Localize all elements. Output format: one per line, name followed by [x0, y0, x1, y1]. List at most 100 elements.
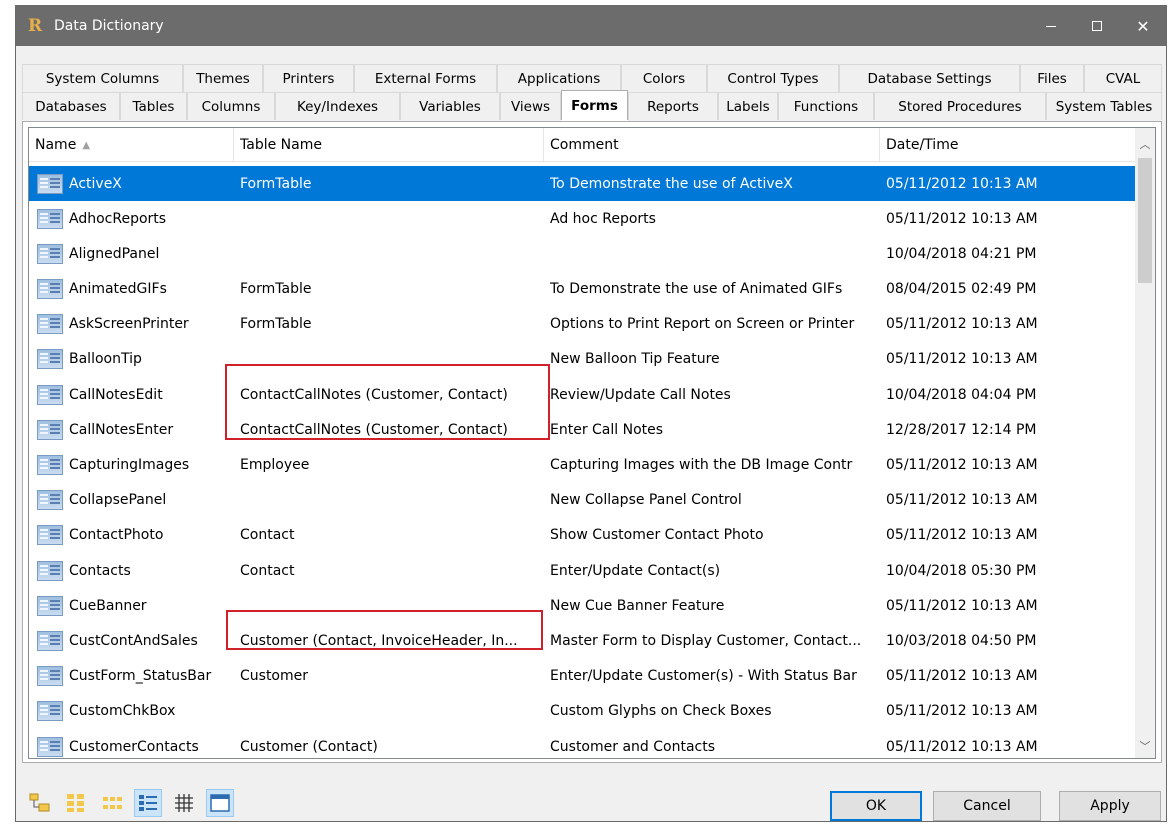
tab-themes[interactable]: Themes	[183, 64, 263, 92]
row-table-name: Customer	[240, 668, 309, 685]
row-name-cell: AlignedPanel	[37, 236, 237, 271]
forms-list[interactable]: Name ▲ Table Name Comment Date/Time Acti…	[28, 127, 1156, 759]
tab-files[interactable]: Files	[1020, 64, 1084, 92]
maximize-icon[interactable]	[1074, 6, 1120, 46]
row-name-cell: ContactPhoto	[37, 518, 237, 553]
table-row[interactable]: AdhocReports Ad hoc Reports 05/11/2012 10:…	[29, 201, 1136, 236]
form-icon	[37, 349, 63, 370]
tab-reports[interactable]: Reports	[628, 92, 718, 120]
table-row[interactable]: ContactPhoto Contact Show Customer Contact…	[29, 518, 1136, 553]
details-view-icon[interactable]	[134, 789, 162, 817]
column-header-date-time[interactable]: Date/Time	[880, 128, 1136, 162]
row-date-time: 05/11/2012 10:13 AM	[886, 351, 1038, 368]
tab-printers[interactable]: Printers	[263, 64, 354, 92]
tab-forms[interactable]: Forms	[561, 90, 628, 121]
grid-view-icon[interactable]	[170, 789, 198, 817]
form-view-icon[interactable]	[206, 789, 234, 817]
scroll-down-icon[interactable]: ﹀	[1135, 736, 1155, 756]
row-date-time: 05/11/2012 10:13 AM	[886, 492, 1038, 509]
minimize-icon[interactable]	[1028, 6, 1074, 46]
small-icons-view-icon[interactable]	[98, 789, 126, 817]
row-date-time: 05/11/2012 10:13 AM	[886, 597, 1038, 614]
table-row[interactable]: CapturingImages Employee Capturing Images …	[29, 448, 1136, 483]
tab-databases[interactable]: Databases	[22, 92, 120, 120]
tab-external-forms[interactable]: External Forms	[354, 64, 497, 92]
scrollbar-thumb[interactable]	[1138, 158, 1152, 283]
table-row[interactable]: CustForm_StatusBar Customer Enter/Update C…	[29, 659, 1136, 694]
cancel-button[interactable]: Cancel	[933, 791, 1041, 821]
tab-database-settings[interactable]: Database Settings	[839, 64, 1020, 92]
row-name: AlignedPanel	[69, 245, 160, 262]
row-name: ActiveX	[69, 175, 122, 192]
row-name: CustomerContacts	[69, 738, 199, 755]
tab-tables[interactable]: Tables	[120, 92, 187, 120]
column-header-table-name[interactable]: Table Name	[234, 128, 544, 162]
sort-ascending-icon: ▲	[82, 139, 91, 151]
apply-button[interactable]: Apply	[1059, 791, 1161, 821]
form-icon	[37, 173, 63, 194]
row-comment: Enter/Update Contact(s)	[550, 562, 721, 579]
row-name-cell: CustForm_StatusBar	[37, 659, 237, 694]
row-table-name: Employee	[240, 457, 310, 473]
tab-stored-procedures[interactable]: Stored Procedures	[874, 92, 1046, 120]
row-name-cell: CustContAndSales	[37, 623, 237, 658]
form-icon	[37, 595, 63, 616]
row-name-cell: CallNotesEdit	[37, 377, 237, 412]
tab-key-indexes[interactable]: Key/Indexes	[275, 92, 400, 120]
column-header-comment[interactable]: Comment	[544, 128, 880, 162]
row-name: BalloonTip	[69, 351, 142, 368]
row-name-cell: AskScreenPrinter	[37, 307, 237, 342]
table-row[interactable]: CollapsePanel New Collapse Panel Control 0…	[29, 483, 1136, 518]
table-row[interactable]: CustomChkBox Custom Glyphs on Check Boxes…	[29, 694, 1136, 729]
tab-functions[interactable]: Functions	[778, 92, 874, 120]
row-name: CustContAndSales	[69, 632, 198, 649]
tab-applications[interactable]: Applications	[497, 64, 621, 92]
row-comment: To Demonstrate the use of Animated GIFs	[550, 281, 843, 298]
tab-columns[interactable]: Columns	[187, 92, 275, 120]
tab-variables[interactable]: Variables	[400, 92, 500, 120]
table-row[interactable]: AskScreenPrinter FormTable Options to Prin…	[29, 307, 1136, 342]
tab-system-tables[interactable]: System Tables	[1046, 92, 1162, 120]
form-icon	[37, 419, 63, 440]
vertical-scrollbar[interactable]: ︿ ﹀	[1135, 128, 1155, 758]
table-row[interactable]: CustContAndSales Customer (Contact, Invoi…	[29, 623, 1136, 658]
window-title: Data Dictionary	[54, 18, 164, 34]
row-comment: New Cue Banner Feature	[550, 597, 725, 614]
tree-view-icon[interactable]	[26, 789, 54, 817]
large-icons-view-icon[interactable]	[62, 789, 90, 817]
row-name: CustForm_StatusBar	[69, 668, 212, 685]
table-row[interactable]: CallNotesEdit ContactCallNotes (Customer,…	[29, 377, 1136, 412]
row-date-time: 05/11/2012 10:13 AM	[886, 703, 1038, 720]
form-icon	[37, 525, 63, 546]
tab-views[interactable]: Views	[500, 92, 561, 120]
row-table-name: Contact	[240, 527, 295, 544]
column-header-name[interactable]: Name ▲	[29, 128, 234, 162]
list-header: Name ▲ Table Name Comment Date/Time	[29, 128, 1136, 162]
row-name: CollapsePanel	[69, 492, 167, 509]
table-row[interactable]: CueBanner New Cue Banner Feature 05/11/201…	[29, 588, 1136, 623]
ok-button[interactable]: OK	[830, 791, 922, 821]
scroll-up-icon[interactable]: ︿	[1135, 134, 1155, 154]
table-row[interactable]: BalloonTip New Balloon Tip Feature 05/11/2…	[29, 342, 1136, 377]
tab-system-columns[interactable]: System Columns	[22, 64, 183, 92]
tab-colors[interactable]: Colors	[621, 64, 707, 92]
row-table-name	[240, 236, 540, 271]
table-row[interactable]: CustomerContacts Customer (Contact) Custom…	[29, 729, 1136, 758]
tab-labels[interactable]: Labels	[718, 92, 778, 120]
row-date-time: 05/11/2012 10:13 AM	[886, 210, 1038, 227]
row-comment: Master Form to Display Customer, Contact…	[550, 632, 862, 649]
table-row[interactable]: ActiveX FormTable To Demonstrate the use o…	[29, 166, 1136, 202]
tab-control-types[interactable]: Control Types	[707, 64, 839, 92]
row-name-cell: CallNotesEnter	[37, 412, 237, 447]
table-row[interactable]: CallNotesEnter ContactCallNotes (Customer…	[29, 412, 1136, 447]
table-row[interactable]: AnimatedGIFs FormTable To Demonstrate the …	[29, 272, 1136, 307]
table-row[interactable]: Contacts Contact Enter/Update Contact(s) 10…	[29, 553, 1136, 588]
row-date-time: 10/03/2018 04:50 PM	[886, 632, 1037, 649]
tab-cval[interactable]: CVAL	[1084, 64, 1162, 92]
close-icon[interactable]: ✕	[1120, 6, 1166, 46]
row-comment: Custom Glyphs on Check Boxes	[550, 703, 772, 720]
row-table-name: FormTable	[240, 316, 312, 333]
table-row[interactable]: AlignedPanel 10/04/2018 04:21 PM	[29, 236, 1136, 271]
row-comment: Show Customer Contact Photo	[550, 527, 764, 544]
row-table-name: Customer (Contact)	[240, 738, 378, 755]
